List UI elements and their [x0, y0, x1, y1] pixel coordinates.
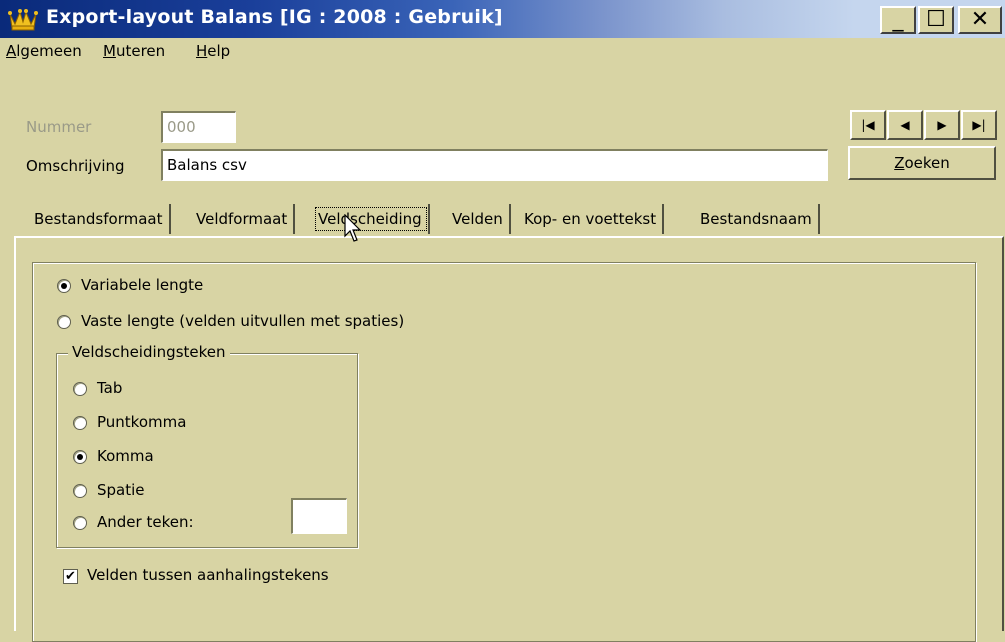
- checkmark-icon: ✔: [65, 569, 76, 584]
- tab-velden[interactable]: Velden: [446, 204, 511, 234]
- tab-veldscheiding[interactable]: Veldscheiding: [312, 204, 430, 234]
- last-icon: ▶|: [972, 118, 986, 132]
- zoeken-button[interactable]: Zoeken: [848, 146, 996, 180]
- mouse-cursor-icon: [344, 213, 364, 248]
- tab-veldformaat[interactable]: Veldformaat: [190, 204, 296, 234]
- tab-bestandsnaam[interactable]: Bestandsnaam: [694, 204, 820, 234]
- ander-teken-radio[interactable]: [73, 516, 87, 530]
- komma-radio[interactable]: [73, 450, 87, 464]
- spatie-radio[interactable]: [73, 484, 87, 498]
- puntkomma-radio[interactable]: [73, 416, 87, 430]
- maximize-icon: ☐: [926, 7, 946, 32]
- close-button[interactable]: ✕: [958, 6, 1002, 34]
- ander-teken-input[interactable]: [291, 498, 347, 534]
- tab-bestandsformaat[interactable]: Bestandsformaat: [28, 204, 171, 234]
- zoeken-label: Zoeken: [894, 154, 950, 172]
- close-icon: ✕: [970, 7, 990, 32]
- ander-teken-option-label: Ander teken:: [97, 513, 194, 531]
- tab-radio[interactable]: [73, 382, 87, 396]
- aanhalingstekens-checkbox[interactable]: ✔: [63, 569, 78, 584]
- nummer-label: Nummer: [26, 118, 92, 136]
- variabele-lengte-label: Variabele lengte: [81, 276, 204, 294]
- omschrijving-label: Omschrijving: [26, 157, 125, 175]
- prev-record-button[interactable]: ◀: [887, 110, 923, 140]
- variabele-lengte-radio[interactable]: [57, 279, 71, 293]
- menu-bar: Algemeen Muteren Help: [0, 38, 1005, 66]
- tab-option-label: Tab: [97, 379, 123, 397]
- title-bar[interactable]: Export-layout Balans [IG : 2008 : Gebrui…: [0, 0, 1005, 38]
- spatie-option-label: Spatie: [97, 481, 145, 499]
- next-record-button[interactable]: ▶: [924, 110, 960, 140]
- puntkomma-option-label: Puntkomma: [97, 413, 187, 431]
- crown-icon: [8, 6, 38, 32]
- menu-help[interactable]: Help: [196, 42, 230, 60]
- window-title: Export-layout Balans [IG : 2008 : Gebrui…: [46, 6, 503, 28]
- minimize-icon: _: [892, 7, 904, 32]
- tab-kop-en-voettekst[interactable]: Kop- en voettekst: [518, 204, 665, 234]
- veldscheidingsteken-legend: Veldscheidingsteken: [68, 343, 230, 361]
- vaste-lengte-radio[interactable]: [57, 315, 71, 329]
- maximize-button[interactable]: ☐: [918, 6, 954, 34]
- komma-option-label: Komma: [97, 447, 154, 465]
- next-icon: ▶: [937, 118, 947, 132]
- prev-icon: ◀: [900, 118, 910, 132]
- menu-algemeen[interactable]: Algemeen: [6, 42, 82, 60]
- last-record-button[interactable]: ▶|: [961, 110, 997, 140]
- first-record-button[interactable]: |◀: [850, 110, 886, 140]
- nummer-field[interactable]: 000: [161, 111, 236, 143]
- menu-muteren[interactable]: Muteren: [103, 42, 165, 60]
- vaste-lengte-label: Vaste lengte (velden uitvullen met spati…: [81, 312, 405, 330]
- aanhalingstekens-label: Velden tussen aanhalingstekens: [87, 566, 329, 584]
- minimize-button[interactable]: _: [880, 6, 916, 34]
- first-icon: |◀: [861, 118, 875, 132]
- omschrijving-field[interactable]: Balans csv: [161, 149, 828, 181]
